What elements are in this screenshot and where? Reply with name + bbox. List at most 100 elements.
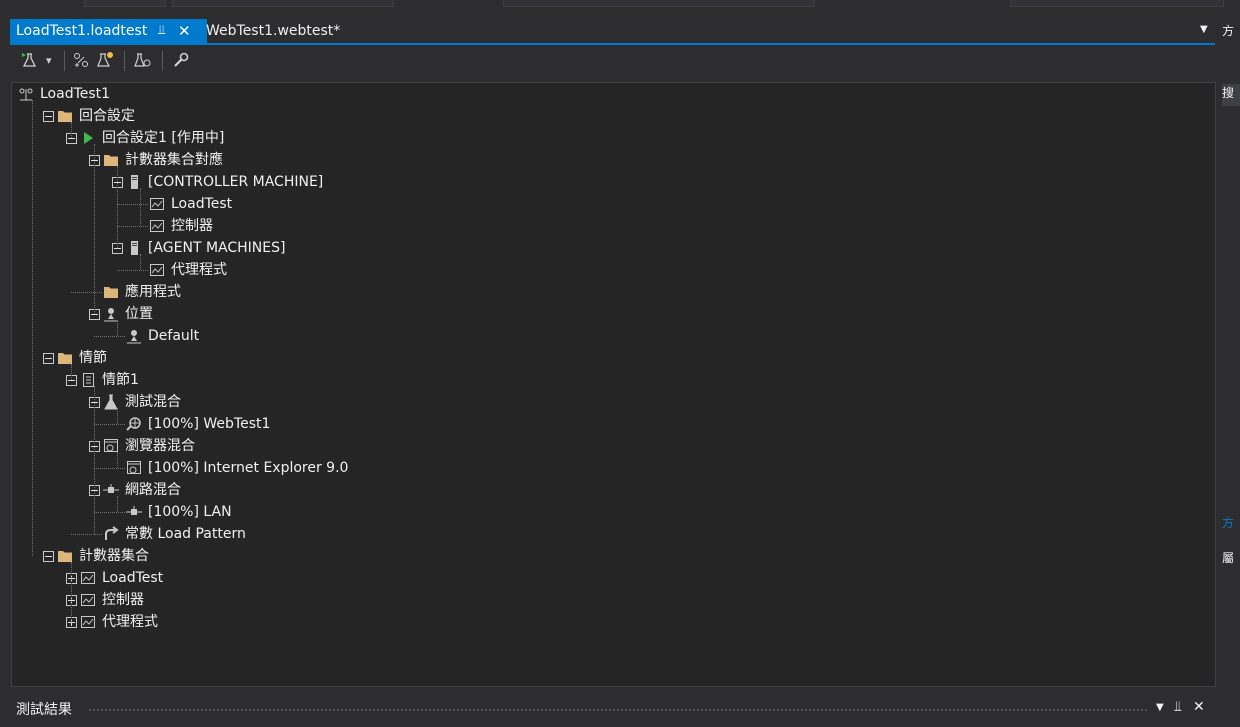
toolbar-combo-2[interactable] xyxy=(172,0,394,7)
tree-connector xyxy=(71,292,102,293)
tree-node-label: LoadTest xyxy=(102,570,164,586)
tab-list-dropdown-icon[interactable]: ▼ xyxy=(1200,24,1208,35)
network-icon xyxy=(126,504,142,520)
add-scenario-icon[interactable] xyxy=(72,51,90,71)
tree-guide-line xyxy=(94,386,95,534)
tree-node-label: 瀏覽器混合 xyxy=(125,438,195,454)
dropdown-arrow-icon[interactable]: ▾ xyxy=(46,51,52,71)
tree-node-am-agent[interactable]: 代理程式 xyxy=(12,259,1212,281)
tab-loadtest1[interactable]: LoadTest1.loadtest ⫫ ✕ xyxy=(10,19,207,43)
tree-node-controller-machine[interactable]: [CONTROLLER MACHINE] xyxy=(12,171,1212,193)
tree-node-label: 位置 xyxy=(125,306,153,322)
tree-guide-line xyxy=(32,100,33,556)
toolbar-combo-4[interactable] xyxy=(1010,0,1224,7)
right-tool-panel: 方 搜 方 屬 xyxy=(1222,14,1240,727)
document-tab-bar: LoadTest1.loadtest ⫫ ✕ WebTest1.webtest* xyxy=(10,19,1215,43)
chevron-down-icon[interactable]: ▼ xyxy=(1156,702,1164,713)
tree-node-cs-loadtest[interactable]: LoadTest xyxy=(12,567,1212,589)
pin-icon[interactable]: ⫫ xyxy=(158,19,165,43)
close-icon[interactable]: ✕ xyxy=(1193,699,1205,715)
tab-label: WebTest1.webtest* xyxy=(206,23,341,39)
counter-icon xyxy=(149,218,165,234)
toolbar-combo-1[interactable] xyxy=(84,0,166,7)
tree-node-network-lan[interactable]: [100%] LAN xyxy=(12,501,1212,523)
tree-node-label: 控制器 xyxy=(171,218,213,234)
test-results-panel: 測試結果 ▼ ⫫ ✕ xyxy=(10,697,1215,727)
counter-icon xyxy=(80,592,96,608)
tree-node-cs-controller[interactable]: 控制器 xyxy=(12,589,1212,611)
tree-node-label: 代理程式 xyxy=(171,262,227,278)
counter-icon xyxy=(149,262,165,278)
tree-connector xyxy=(71,534,102,535)
tree-node-label: 網路混合 xyxy=(125,482,181,498)
tree-node-network-mix[interactable]: 網路混合 xyxy=(12,479,1212,501)
tree-node-scenario-1[interactable]: 情節1 xyxy=(12,369,1212,391)
tree-guide-line xyxy=(117,452,118,468)
counter-icon xyxy=(80,570,96,586)
tree-node-cm-loadtest[interactable]: LoadTest xyxy=(12,193,1212,215)
tree-node-run-settings-1[interactable]: 回合設定1 [作用中] xyxy=(12,127,1212,149)
tree-connector xyxy=(117,204,148,205)
tree-connector xyxy=(117,270,148,271)
tree-guide-line xyxy=(140,188,141,226)
tree-guide-line xyxy=(117,166,118,248)
tree-node-label: [100%] WebTest1 xyxy=(148,416,271,432)
tree-node-counter-set-map[interactable]: 計數器集合對應 xyxy=(12,149,1212,171)
tree-connector xyxy=(94,336,125,337)
tree-node-counter-sets[interactable]: 計數器集合 xyxy=(12,545,1212,567)
tree-node-cm-controller[interactable]: 控制器 xyxy=(12,215,1212,237)
tree-node-test-mix[interactable]: 測試混合 xyxy=(12,391,1212,413)
panel-title: 測試結果 xyxy=(16,702,72,718)
tree-node-label: 回合設定1 [作用中] xyxy=(102,130,225,146)
tree-node-cs-agent[interactable]: 代理程式 xyxy=(12,611,1212,633)
manage-rigs-icon[interactable] xyxy=(134,51,152,71)
tree-connector xyxy=(94,468,125,469)
tree-node-label: 計數器集合 xyxy=(79,548,149,564)
tree-node-agent-machines[interactable]: [AGENT MACHINES] xyxy=(12,237,1212,259)
tree-node-browser-mix[interactable]: 瀏覽器混合 xyxy=(12,435,1212,457)
tree-node-test-mix-webtest1[interactable]: [100%] WebTest1 xyxy=(12,413,1212,435)
tree-node-run-settings[interactable]: 回合設定 xyxy=(12,105,1212,127)
tree-node-applications[interactable]: 應用程式 xyxy=(12,281,1212,303)
tree-node-scenarios[interactable]: 情節 xyxy=(12,347,1212,369)
add-counter-set-icon[interactable] xyxy=(96,51,114,71)
tree-node-root[interactable]: LoadTest1 xyxy=(12,83,1212,105)
collapse-icon[interactable] xyxy=(43,111,54,122)
pin-icon[interactable]: ⫫ xyxy=(1174,699,1182,715)
tree-node-label: 情節1 xyxy=(102,372,139,388)
counter-icon xyxy=(80,614,96,630)
tree-node-label: 情節 xyxy=(79,350,107,366)
tree-node-label: 常數 Load Pattern xyxy=(125,526,246,542)
collapse-icon[interactable] xyxy=(43,551,54,562)
tree-node-browser-ie9[interactable]: [100%] Internet Explorer 9.0 xyxy=(12,457,1212,479)
collapse-icon[interactable] xyxy=(43,353,54,364)
wrench-icon[interactable] xyxy=(172,51,190,71)
tree-node-label: [100%] Internet Explorer 9.0 xyxy=(148,460,349,476)
tree-node-locations[interactable]: 位置 xyxy=(12,303,1212,325)
close-icon[interactable]: ✕ xyxy=(178,19,191,43)
tree-guide-line xyxy=(94,144,95,314)
right-panel-tab[interactable]: 方 xyxy=(1222,22,1240,39)
tree-guide-line xyxy=(117,496,118,512)
tab-label: LoadTest1.loadtest xyxy=(16,23,148,39)
editor-toolbar: ▾ xyxy=(10,45,1215,78)
toolbar-separator xyxy=(162,51,163,71)
right-panel-tab[interactable]: 搜 xyxy=(1222,84,1240,106)
right-panel-tab[interactable]: 屬 xyxy=(1222,549,1240,566)
load-test-tree[interactable]: LoadTest1 回合設定回合設定1 [作用中] 計數器集合對應 [CONTROLL… xyxy=(11,82,1216,687)
tree-node-label: LoadTest xyxy=(171,196,233,212)
tree-node-location-default[interactable]: Default xyxy=(12,325,1212,347)
tree-node-label: [AGENT MACHINES] xyxy=(148,240,286,256)
panel-grip[interactable] xyxy=(88,708,1148,712)
toolbar-combo-3[interactable] xyxy=(503,0,815,7)
tree-guide-line xyxy=(117,408,118,424)
tree-guide-line xyxy=(71,364,72,380)
toolbar-separator xyxy=(124,51,125,71)
tab-webtest1[interactable]: WebTest1.webtest* xyxy=(202,19,340,43)
tree-guide-line xyxy=(71,562,72,622)
right-panel-tab[interactable]: 方 xyxy=(1222,514,1240,531)
tree-node-label: 應用程式 xyxy=(125,284,181,300)
tree-node-load-pattern[interactable]: 常數 Load Pattern xyxy=(12,523,1212,545)
tree-connector xyxy=(117,226,148,227)
run-test-icon[interactable] xyxy=(20,51,38,71)
